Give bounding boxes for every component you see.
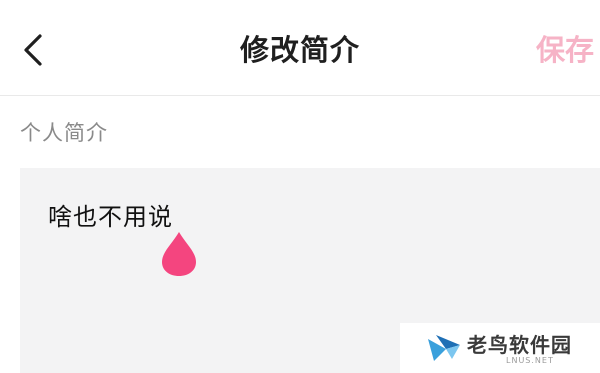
- page-title: 修改简介: [239, 33, 360, 67]
- bird-logo-icon: [426, 331, 462, 365]
- top-nav-bar: 修改简介 保存: [0, 0, 600, 96]
- watermark-subtext: LNUS.NET: [506, 356, 554, 365]
- text-cursor-handle[interactable]: [160, 230, 198, 278]
- bio-input-value: 啥也不用说: [48, 203, 173, 231]
- watermark-text: 老鸟软件园: [467, 333, 572, 357]
- watermark: 老鸟软件园 LNUS.NET: [400, 323, 600, 373]
- bio-section-label: 个人简介: [20, 121, 108, 145]
- save-button[interactable]: 保存: [536, 30, 594, 70]
